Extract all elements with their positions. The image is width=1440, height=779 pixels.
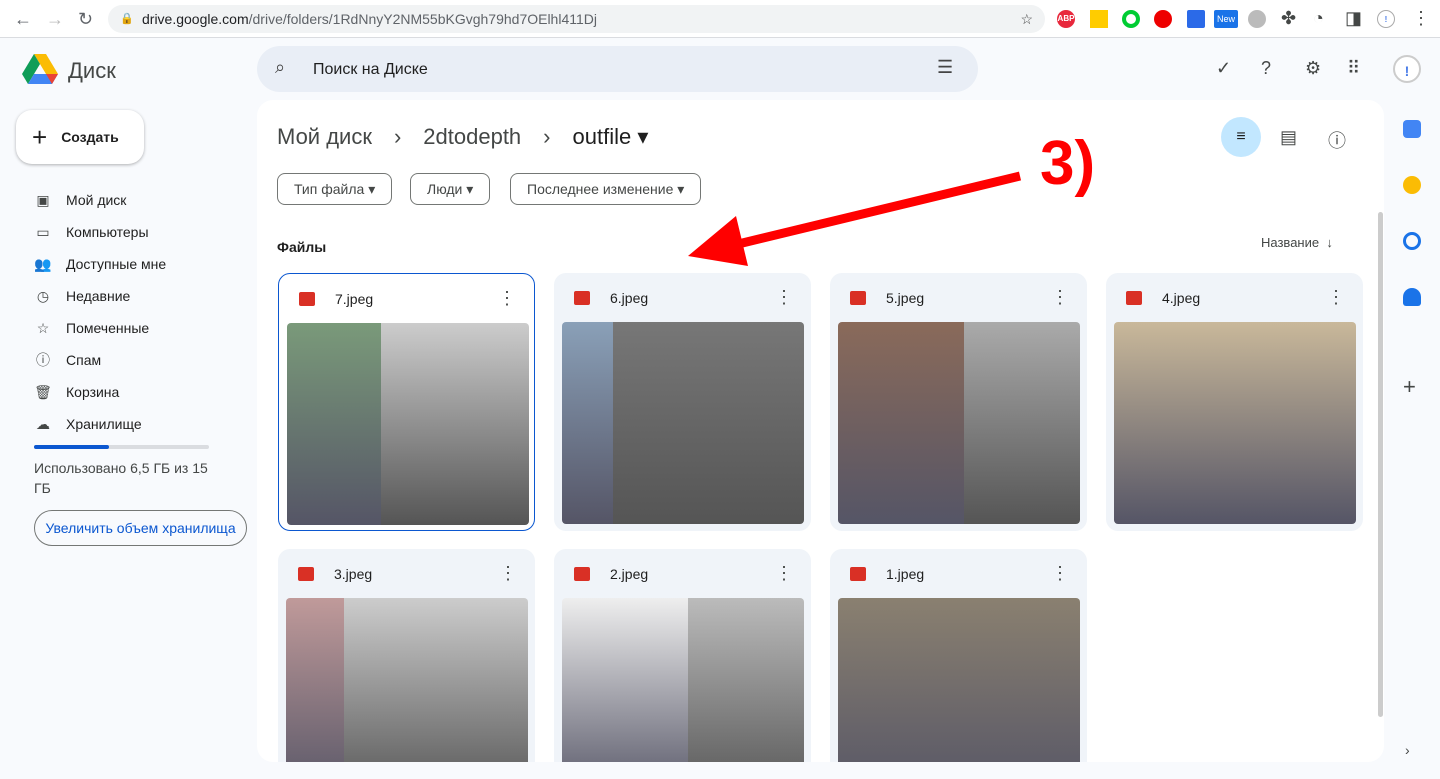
annotation-arrow [688,171,1022,266]
annotation-label: 3) [1040,129,1096,198]
arrow-head [688,216,748,266]
arrow-shaft [728,171,1022,251]
